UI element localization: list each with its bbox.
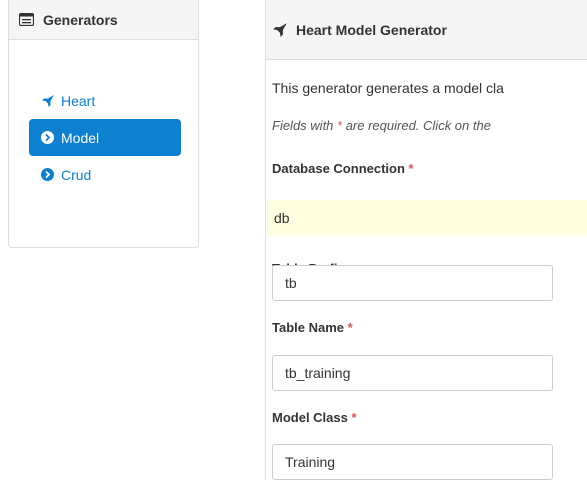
sidebar-item-crud[interactable]: Crud	[29, 156, 181, 193]
sidebar-item-label: Model	[61, 129, 100, 146]
generators-title: Generators	[43, 11, 118, 28]
table-name-label: Table Name *	[272, 320, 353, 335]
required-star: *	[351, 410, 357, 425]
generator-form-header: Heart Model Generator	[266, 0, 587, 60]
sidebar-item-label: Crud	[61, 166, 92, 183]
generators-panel: Generators Heart Model Crud	[8, 0, 199, 248]
list-icon	[19, 13, 37, 26]
required-star: *	[408, 161, 414, 176]
sidebar-item-model[interactable]: Model	[29, 119, 181, 156]
form-hint: Fields with * are required. Click on the	[272, 118, 491, 133]
generator-nav: Heart Model Crud	[29, 82, 181, 193]
chevron-circle-right-icon	[41, 168, 57, 181]
generator-description: This generator generates a model cla	[272, 80, 504, 96]
db-connection-label: Database Connection *	[272, 161, 414, 176]
chevron-circle-right-icon	[41, 131, 57, 144]
required-star: *	[347, 320, 353, 335]
rocket-icon	[41, 94, 57, 108]
db-connection-sticky-value: db	[267, 200, 587, 236]
rocket-icon	[272, 22, 290, 38]
table-prefix-input[interactable]	[272, 265, 553, 301]
table-name-input[interactable]	[272, 355, 553, 391]
sidebar-item-heart[interactable]: Heart	[29, 82, 181, 119]
generator-form-panel: Heart Model Generator This generator gen…	[265, 0, 587, 480]
model-class-label: Model Class *	[272, 410, 357, 425]
page-title: Heart Model Generator	[296, 21, 447, 38]
sidebar-item-label: Heart	[61, 92, 96, 109]
model-class-input[interactable]	[272, 444, 553, 480]
generators-panel-header: Generators	[9, 0, 198, 40]
